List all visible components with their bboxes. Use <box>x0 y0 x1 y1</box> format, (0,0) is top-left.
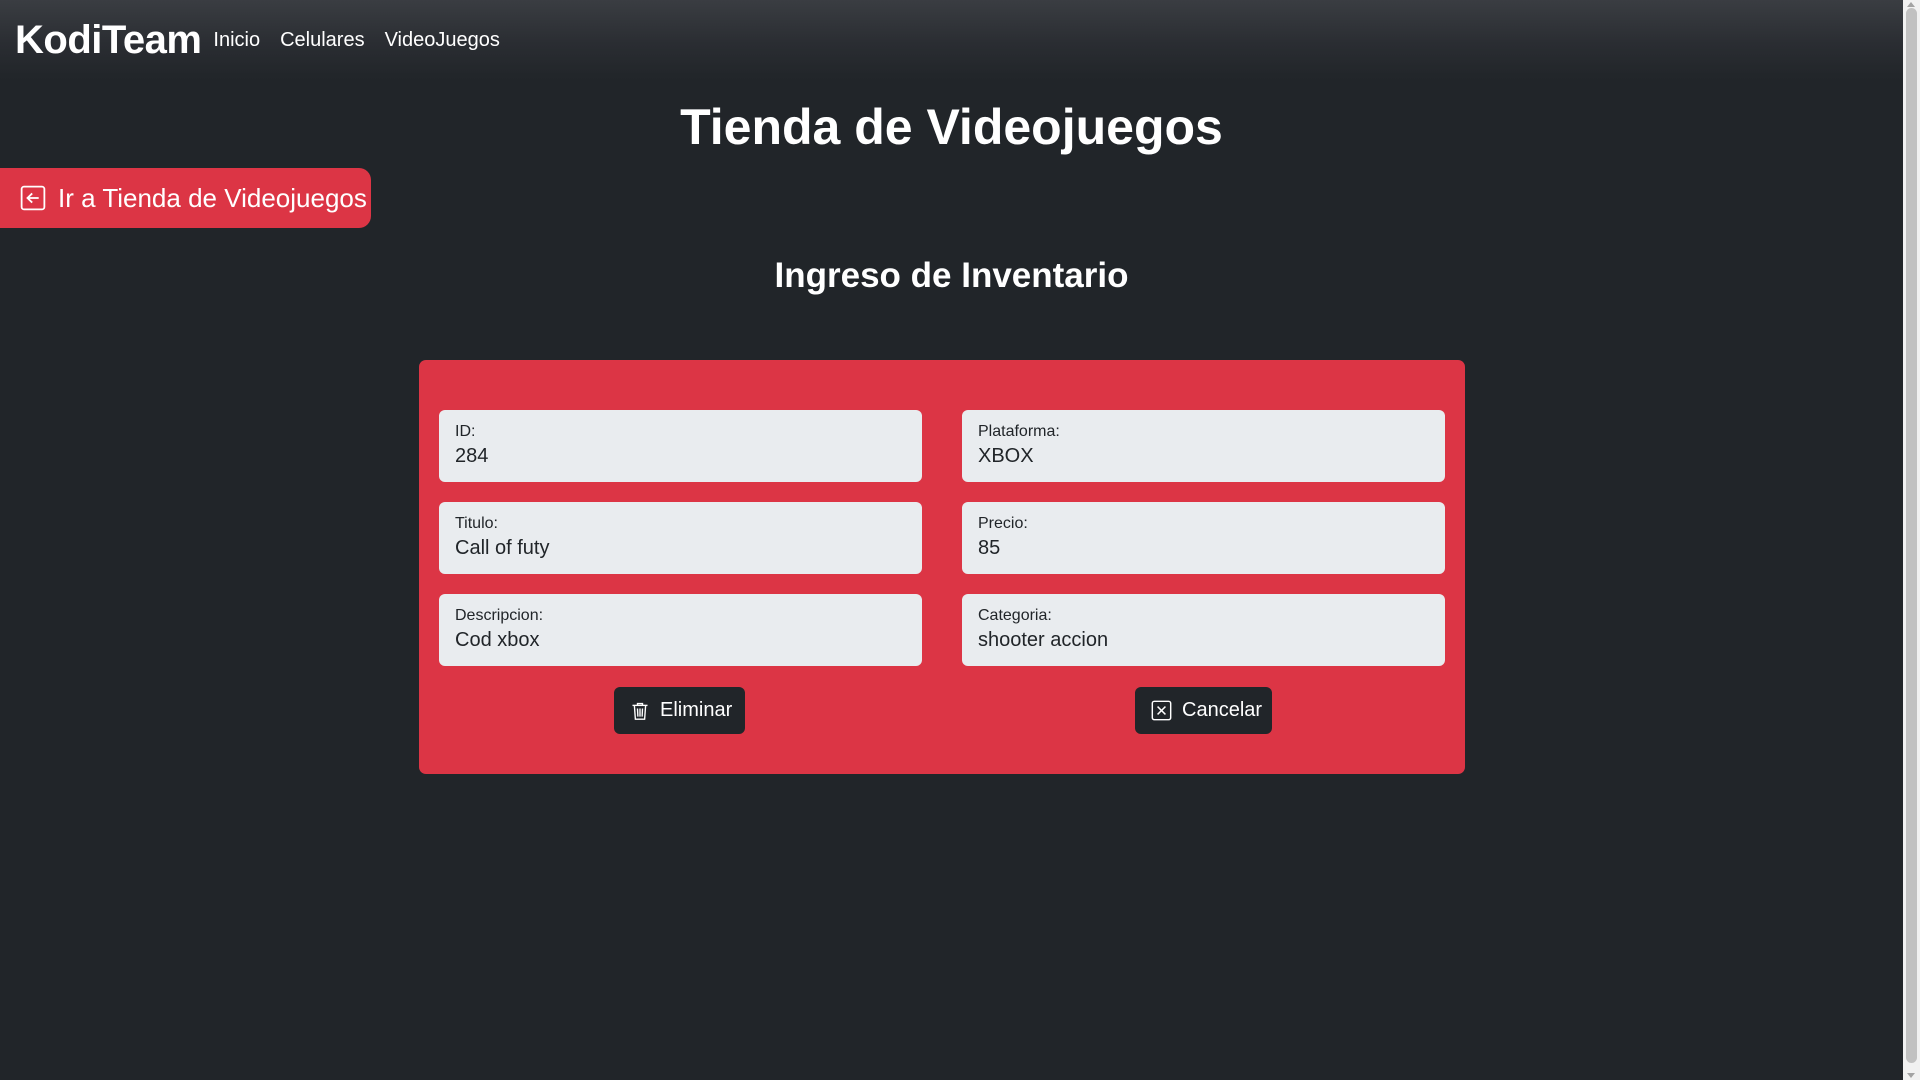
navbar: KodiTeam Inicio Celulares VideoJuegos <box>0 0 1903 80</box>
cancel-button-label: Cancelar <box>1182 699 1263 721</box>
nav-link-celulares[interactable]: Celulares <box>280 29 364 52</box>
x-square-icon <box>1151 700 1182 721</box>
titulo-field-value[interactable]: Call of futy <box>455 535 906 561</box>
cancel-button[interactable]: Cancelar <box>1135 687 1272 734</box>
vertical-scrollbar[interactable] <box>1903 0 1920 1080</box>
descripcion-field-label: Descripcion: <box>455 607 544 624</box>
page: KodiTeam Inicio Celulares VideoJuegos Ti… <box>0 0 1920 1080</box>
plataforma-field[interactable]: Plataforma: XBOX <box>962 410 1445 482</box>
id-field-value[interactable]: 284 <box>455 443 906 469</box>
scroll-down-icon[interactable] <box>1907 1073 1915 1078</box>
delete-button[interactable]: Eliminar <box>614 687 745 734</box>
id-field-label: ID: <box>455 423 476 440</box>
nav-link-videojuegos[interactable]: VideoJuegos <box>385 29 500 52</box>
titulo-field-label: Titulo: <box>455 515 498 532</box>
categoria-field[interactable]: Categoria: shooter accion <box>962 594 1445 666</box>
descripcion-field[interactable]: Descripcion: Cod xbox <box>439 594 922 666</box>
back-to-store-button[interactable]: Ir a Tienda de Videojuegos <box>0 168 371 228</box>
arrow-left-square-icon <box>20 185 58 211</box>
back-button-label: Ir a Tienda de Videojuegos <box>58 182 367 213</box>
nav-link-inicio[interactable]: Inicio <box>213 29 260 52</box>
scroll-up-icon[interactable] <box>1907 2 1915 7</box>
categoria-field-label: Categoria: <box>978 607 1052 624</box>
plataforma-field-value[interactable]: XBOX <box>978 443 1429 469</box>
scrollbar-thumb[interactable] <box>1906 8 1917 1063</box>
categoria-field-value[interactable]: shooter accion <box>978 627 1429 653</box>
descripcion-field-value[interactable]: Cod xbox <box>455 627 906 653</box>
trash-icon <box>630 700 660 722</box>
titulo-field[interactable]: Titulo: Call of futy <box>439 502 922 574</box>
precio-field-value[interactable]: 85 <box>978 535 1429 561</box>
precio-field-label: Precio: <box>978 515 1028 532</box>
delete-button-label: Eliminar <box>660 699 733 721</box>
plataforma-field-label: Plataforma: <box>978 423 1060 440</box>
brand-logo[interactable]: KodiTeam <box>15 18 202 63</box>
id-field[interactable]: ID: 284 <box>439 410 922 482</box>
precio-field[interactable]: Precio: 85 <box>962 502 1445 574</box>
page-title: Tienda de Videojuegos <box>680 99 1223 155</box>
section-title: Ingreso de Inventario <box>774 256 1129 295</box>
inventory-form-card: ID: 284 Plataforma: XBOX Titulo: Call of… <box>419 360 1465 774</box>
